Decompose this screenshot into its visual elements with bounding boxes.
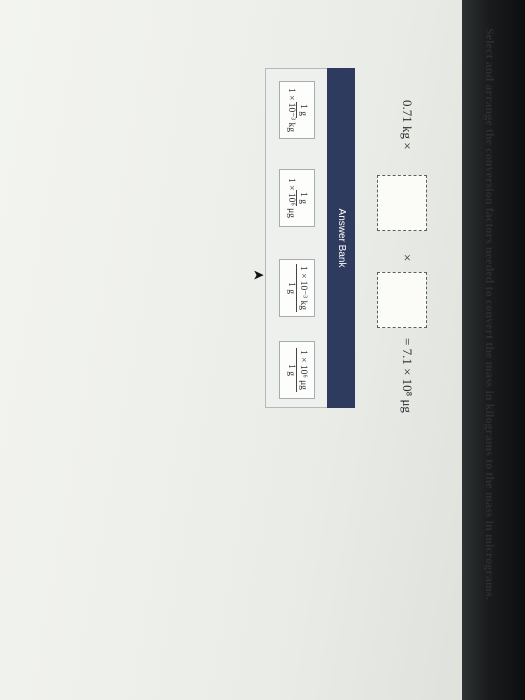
answer-tile[interactable]: 1 × 10⁻³ kg 1 g bbox=[279, 259, 315, 317]
tile-numerator: 1 × 10⁶ μg bbox=[296, 348, 309, 392]
answer-bank-header: Answer Bank bbox=[327, 68, 355, 408]
tile-numerator: 1 g bbox=[296, 190, 309, 206]
question-text: Select and arrange the conversion factor… bbox=[483, 28, 497, 600]
tile-numerator: 1 g bbox=[296, 102, 309, 118]
tile-denominator: 1 g bbox=[286, 282, 297, 294]
answer-tile[interactable]: 1 g 1 × 10⁻³ kg bbox=[279, 81, 315, 139]
question-panel: Select and arrange the conversion factor… bbox=[0, 0, 525, 700]
answer-bank: 1 g 1 × 10⁻³ kg 1 g 1 × 10⁶ μg 1 × 10⁻³ … bbox=[265, 68, 327, 408]
drop-slot-2[interactable] bbox=[377, 272, 427, 328]
result-quantity: = 7.1 × 10⁸ μg bbox=[400, 338, 415, 413]
multiply-sign: × bbox=[400, 254, 415, 262]
drop-slot-1[interactable] bbox=[377, 175, 427, 231]
answer-tile[interactable]: 1 × 10⁶ μg 1 g bbox=[279, 341, 315, 399]
answer-tile[interactable]: 1 g 1 × 10⁶ μg bbox=[279, 169, 315, 227]
given-quantity: 0.71 kg × bbox=[400, 100, 415, 150]
mouse-cursor-icon: ➤ bbox=[252, 268, 265, 284]
tile-denominator: 1 g bbox=[286, 364, 297, 376]
tile-denominator: 1 × 10⁻³ kg bbox=[286, 87, 297, 133]
tile-denominator: 1 × 10⁶ μg bbox=[286, 178, 297, 218]
tile-numerator: 1 × 10⁻³ kg bbox=[296, 263, 309, 313]
